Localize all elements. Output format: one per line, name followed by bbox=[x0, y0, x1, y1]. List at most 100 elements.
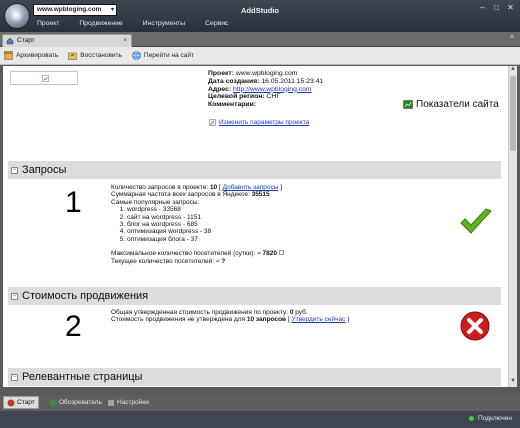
start-page-content: Проект: www.wpbloging.com Дата создания:… bbox=[3, 66, 508, 387]
broken-image-icon bbox=[42, 75, 49, 82]
archive-button[interactable]: Архивировать bbox=[4, 51, 58, 60]
restore-icon bbox=[68, 52, 78, 60]
cost-summary: Общая утвержденная стоимость продвижения… bbox=[111, 309, 350, 324]
close-button[interactable]: ✕ bbox=[505, 3, 516, 13]
bottom-tab-start-label: Старт bbox=[17, 399, 35, 406]
bottom-tab-settings-label: Настройки bbox=[117, 399, 149, 406]
query-count-label: Количество запросов в проекте: bbox=[111, 184, 209, 191]
bottom-tab-browser-label: Обозреватель bbox=[59, 399, 102, 406]
home-icon bbox=[7, 399, 15, 406]
approve-now-link[interactable]: Утвердить сейчас bbox=[291, 316, 345, 323]
checkmark-icon bbox=[460, 208, 492, 234]
tab-start[interactable]: Старт × bbox=[2, 34, 132, 47]
project-value: www.wpbloging.com bbox=[235, 70, 298, 77]
region-value: СНГ bbox=[266, 93, 281, 101]
section-cost-header[interactable]: − Стоимость продвижения bbox=[8, 287, 501, 305]
comments-label: Комментарии: bbox=[208, 101, 257, 109]
bottom-tab-bar: Старт Обозреватель Настройки bbox=[0, 395, 520, 411]
add-queries-link[interactable]: Добавить запросы bbox=[223, 184, 279, 191]
maximize-button[interactable]: □ bbox=[491, 3, 502, 13]
goto-site-button[interactable]: Перейти на сайт bbox=[132, 51, 194, 60]
restore-button[interactable]: Восстановить bbox=[68, 51, 122, 60]
approx-sign-2: ≈ bbox=[215, 257, 220, 265]
section-queries-header[interactable]: − Запросы bbox=[8, 161, 501, 179]
connection-status: Подключен bbox=[469, 415, 512, 422]
edit-project-label: Изменить параметры проекта bbox=[219, 119, 310, 126]
section-pages-header[interactable]: − Релевантные страницы bbox=[8, 368, 501, 386]
status-bar: Подключен bbox=[0, 411, 520, 428]
tab-close-icon[interactable]: × bbox=[123, 35, 127, 46]
collapse-icon[interactable]: − bbox=[11, 373, 18, 381]
freq-value: 35515 bbox=[251, 191, 270, 199]
list-item: wordpress - 33568 bbox=[127, 206, 391, 213]
browser-icon bbox=[49, 399, 57, 406]
list-item: сайт на wordpress - 1151 bbox=[127, 214, 391, 221]
approx-sign: ≈ bbox=[257, 250, 261, 258]
bottom-tab-start[interactable]: Старт bbox=[3, 396, 39, 409]
current-visitors-label: Текущее количество посетителей: bbox=[111, 257, 215, 265]
bottom-tab-browser[interactable]: Обозреватель bbox=[46, 396, 105, 409]
tab-start-label: Старт bbox=[17, 37, 35, 44]
query-count-value: 10 bbox=[209, 184, 218, 191]
section-pages-title: Релевантные страницы bbox=[22, 371, 143, 383]
current-visitors-value: ? bbox=[221, 257, 226, 265]
chart-icon bbox=[403, 100, 413, 109]
list-item: блог на wordpress - 685 bbox=[127, 221, 391, 228]
error-icon bbox=[460, 311, 490, 341]
created-label: Дата создания: bbox=[208, 77, 260, 85]
scroll-thumb[interactable] bbox=[510, 76, 516, 151]
goto-site-label: Перейти на сайт bbox=[143, 52, 194, 59]
step-number-1: 1 bbox=[65, 186, 82, 219]
edit-project-link[interactable]: Изменить параметры проекта bbox=[209, 119, 309, 126]
menu-service[interactable]: Сервис bbox=[201, 20, 232, 27]
edit-icon bbox=[209, 119, 216, 126]
site-metrics-label: Показатели сайта bbox=[416, 99, 499, 110]
project-info: Проект: www.wpbloging.com Дата создания:… bbox=[208, 70, 323, 109]
title-bar: www.wpbloging.com ▾ AddStudio – □ ✕ Прое… bbox=[0, 0, 520, 32]
region-label: Целевой регион: bbox=[208, 93, 265, 101]
created-value: 16.05.2011 15:23:41 bbox=[261, 77, 324, 85]
project-label: Проект: bbox=[208, 70, 234, 77]
collapse-icon[interactable]: − bbox=[11, 292, 18, 300]
popular-label: Самые популярные запросы: bbox=[111, 198, 200, 206]
list-item: оптимизация блога - 37 bbox=[127, 236, 391, 243]
minimize-button[interactable]: – bbox=[477, 3, 488, 13]
section-cost-title: Стоимость продвижения bbox=[22, 290, 149, 302]
unapproved-value: 10 запросов bbox=[246, 316, 287, 324]
status-dot-icon bbox=[469, 416, 475, 421]
freq-label: Суммарная частота всех запросов в Яндекс… bbox=[111, 191, 250, 199]
archive-label: Архивировать bbox=[16, 52, 59, 59]
total-cost-label: Общая утвержденная стоимость продвижения… bbox=[111, 309, 289, 316]
queries-summary: Количество запросов в проекте: 10 [ Доба… bbox=[111, 184, 391, 265]
list-item: оптимизация wordpress - 38 bbox=[127, 228, 391, 235]
connection-status-label: Подключен bbox=[478, 415, 512, 422]
address-label: Адрес: bbox=[208, 85, 232, 93]
unapproved-label: Стоимость продвижения не утверждена для bbox=[111, 316, 246, 324]
menu-promotion[interactable]: Продвижение bbox=[75, 20, 126, 27]
scroll-up-icon[interactable]: ▲ bbox=[509, 66, 517, 75]
info-icon[interactable] bbox=[278, 250, 284, 256]
menu-project[interactable]: Проект bbox=[33, 20, 63, 27]
globe-icon bbox=[132, 51, 141, 60]
site-thumbnail bbox=[10, 71, 78, 85]
settings-icon bbox=[108, 399, 114, 406]
max-visitors-label: Максимальное количество посетителей (сут… bbox=[111, 250, 256, 258]
window-title: AddStudio bbox=[241, 6, 279, 15]
site-metrics-button[interactable]: Показатели сайта bbox=[403, 99, 499, 110]
restore-label: Восстановить bbox=[80, 52, 122, 59]
bottom-tab-settings[interactable]: Настройки bbox=[104, 396, 152, 409]
menu-bar: Проект Продвижение Инструменты Сервис bbox=[33, 20, 232, 27]
scroll-down-icon[interactable]: ▼ bbox=[509, 378, 517, 387]
total-cost-unit: руб. bbox=[295, 309, 308, 316]
tab-strip: Старт × × bbox=[0, 32, 520, 47]
archive-icon bbox=[4, 51, 13, 60]
total-cost-value: 0 bbox=[289, 309, 294, 316]
section-queries-title: Запросы bbox=[22, 164, 67, 176]
max-visitors-value: 7820 bbox=[262, 250, 277, 258]
vertical-scrollbar[interactable]: ▲ ▼ bbox=[508, 66, 517, 387]
collapse-icon[interactable]: − bbox=[11, 166, 18, 174]
address-link[interactable]: http://www.wpbloging.com bbox=[233, 86, 312, 93]
close-all-tabs-icon[interactable]: × bbox=[510, 34, 514, 41]
toolbar: Архивировать Восстановить Перейти на сай… bbox=[0, 47, 520, 65]
menu-tools[interactable]: Инструменты bbox=[139, 20, 189, 27]
